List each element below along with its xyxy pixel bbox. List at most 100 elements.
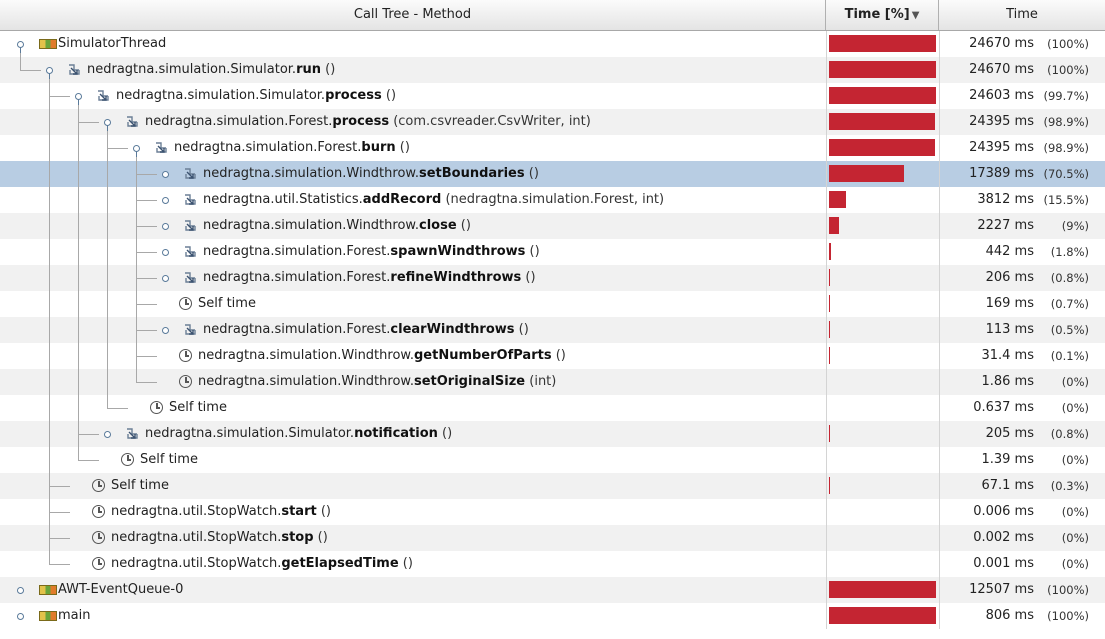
expand-toggle-icon[interactable] (162, 249, 169, 256)
time-value: 24395 ms (969, 114, 1034, 129)
table-row[interactable]: AWT-EventQueue-0 12507 ms (100%) (0, 577, 1105, 603)
time-percent-value: (0.8%) (1050, 271, 1089, 285)
column-divider (939, 603, 940, 629)
node-prefix: nedragtna.simulation.Windthrow. (198, 374, 414, 389)
table-row[interactable]: nedragtna.simulation.Windthrow.setOrigin… (0, 369, 1105, 395)
table-row[interactable]: nedragtna.simulation.Windthrow.setBounda… (0, 161, 1105, 187)
collapse-toggle-icon[interactable] (46, 67, 53, 79)
column-header-time-pct[interactable]: Time [%] ▼ (826, 0, 939, 30)
tree-line (49, 421, 50, 447)
table-row[interactable]: nedragtna.simulation.Forest.process (com… (0, 109, 1105, 135)
table-row[interactable]: nedragtna.util.StopWatch.stop () 0.002 ms… (0, 525, 1105, 551)
call-tree-node-label: nedragtna.simulation.Forest.process (com… (145, 109, 591, 135)
expand-toggle-icon[interactable] (162, 275, 169, 282)
column-divider (826, 135, 827, 161)
tree-line (49, 135, 50, 161)
tree-line (136, 382, 157, 383)
table-row[interactable]: nedragtna.simulation.Simulator.notificat… (0, 421, 1105, 447)
call-tree-node-label: Self time (198, 291, 256, 317)
column-header-time[interactable]: Time (939, 0, 1105, 30)
tree-line (49, 161, 50, 187)
time-percent-value: (100%) (1047, 63, 1089, 77)
time-percent-value: (100%) (1047, 583, 1089, 597)
column-divider (826, 57, 827, 83)
tree-line (136, 356, 157, 357)
table-row[interactable]: main 806 ms (100%) (0, 603, 1105, 629)
table-row[interactable]: Self time 1.39 ms (0%) (0, 447, 1105, 473)
sort-descending-icon: ▼ (911, 10, 920, 21)
time-value: 24670 ms (969, 36, 1034, 51)
expand-toggle-icon[interactable] (162, 327, 169, 334)
node-params: () (437, 426, 453, 441)
table-row[interactable]: nedragtna.util.StopWatch.start () 0.006 m… (0, 499, 1105, 525)
column-divider (939, 551, 940, 577)
column-divider (826, 31, 827, 57)
collapse-toggle-icon[interactable] (133, 145, 140, 157)
node-method-name: process (332, 114, 390, 129)
time-percent-value: (0.5%) (1050, 323, 1089, 337)
time-percent-bar (829, 269, 830, 286)
table-row[interactable]: nedragtna.simulation.Forest.spawnWindthr… (0, 239, 1105, 265)
tree-line (78, 122, 99, 123)
table-row[interactable]: Self time 67.1 ms (0.3%) (0, 473, 1105, 499)
table-row[interactable]: Self time 0.637 ms (0%) (0, 395, 1105, 421)
node-params: () (313, 530, 328, 545)
node-prefix: nedragtna.simulation.Forest. (203, 244, 391, 259)
table-row[interactable]: nedragtna.util.Statistics.addRecord (ned… (0, 187, 1105, 213)
table-row[interactable]: nedragtna.simulation.Forest.burn () 24395… (0, 135, 1105, 161)
tree-line (49, 265, 50, 291)
column-divider (826, 447, 827, 473)
node-method-name: process (325, 88, 382, 103)
expand-toggle-icon[interactable] (162, 197, 169, 204)
node-prefix: nedragtna.simulation.Simulator. (87, 62, 297, 77)
method-icon (184, 271, 197, 284)
tree-line (78, 460, 99, 461)
clock-icon (121, 453, 134, 466)
table-row[interactable]: nedragtna.util.StopWatch.getElapsedTime … (0, 551, 1105, 577)
tree-line (49, 486, 70, 487)
table-row[interactable]: nedragtna.simulation.Simulator.run () 246… (0, 57, 1105, 83)
table-row[interactable]: nedragtna.simulation.Windthrow.getNumber… (0, 343, 1105, 369)
node-params: () (381, 88, 397, 103)
table-row[interactable]: Self time 169 ms (0.7%) (0, 291, 1105, 317)
column-header-method[interactable]: Call Tree - Method (0, 0, 826, 30)
collapse-toggle-icon[interactable] (75, 93, 82, 105)
expand-toggle-icon[interactable] (162, 171, 169, 178)
node-prefix: nedragtna.simulation.Simulator. (116, 88, 326, 103)
collapse-toggle-icon[interactable] (17, 41, 24, 53)
tree-line (78, 395, 79, 421)
expand-toggle-icon[interactable] (17, 587, 24, 594)
clock-icon (179, 375, 192, 388)
column-divider (826, 577, 827, 603)
tree-line (78, 161, 79, 187)
expand-toggle-icon[interactable] (104, 431, 111, 438)
table-row[interactable]: nedragtna.simulation.Forest.clearWindthr… (0, 317, 1105, 343)
node-method-name: notification (354, 426, 438, 441)
node-prefix: SimulatorThread (58, 36, 167, 51)
expand-toggle-icon[interactable] (162, 223, 169, 230)
tree-line (78, 369, 79, 395)
tree-line (136, 278, 157, 279)
time-percent-value: (0%) (1061, 505, 1089, 519)
expand-toggle-icon[interactable] (17, 613, 24, 620)
call-tree-node-label: nedragtna.simulation.Forest.refineWindth… (203, 265, 536, 291)
table-row[interactable]: SimulatorThread 24670 ms (100%) (0, 31, 1105, 57)
tree-line (49, 447, 50, 473)
call-tree-node-label: nedragtna.util.StopWatch.start () (111, 499, 331, 525)
method-icon (184, 219, 197, 232)
time-value: 31.4 ms (981, 348, 1034, 363)
tree-line (107, 265, 108, 291)
collapse-toggle-icon[interactable] (104, 119, 111, 131)
table-row[interactable]: nedragtna.simulation.Simulator.process (… (0, 83, 1105, 109)
table-row[interactable]: nedragtna.simulation.Windthrow.close () 2… (0, 213, 1105, 239)
time-percent-value: (9%) (1061, 219, 1089, 233)
tree-line (49, 395, 50, 421)
column-divider (826, 213, 827, 239)
clock-icon (179, 297, 192, 310)
time-percent-value: (15.5%) (1043, 193, 1089, 207)
table-row[interactable]: nedragtna.simulation.Forest.refineWindth… (0, 265, 1105, 291)
time-value: 206 ms (985, 270, 1034, 285)
call-tree-node-label: SimulatorThread (58, 31, 166, 57)
tree-line (49, 96, 70, 97)
column-divider (939, 291, 940, 317)
